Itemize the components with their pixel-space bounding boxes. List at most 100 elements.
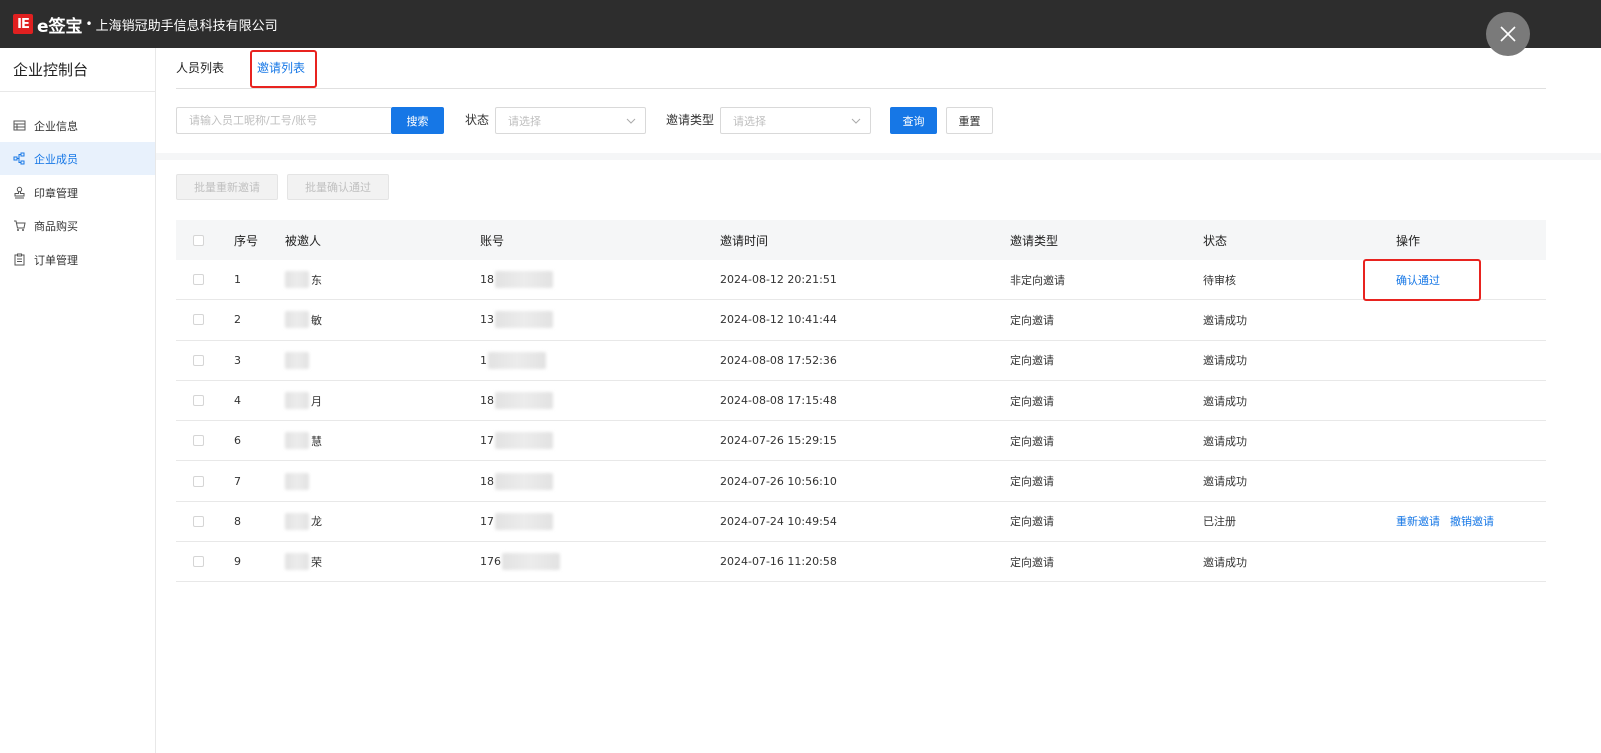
column-header-invite-time: 邀请时间 [720, 233, 769, 248]
invite-type-select[interactable]: 请选择 [720, 107, 871, 134]
row-checkbox[interactable] [193, 475, 204, 487]
redacted-mask [495, 271, 553, 289]
invitee-name: 敏 [311, 313, 322, 327]
account-prefix: 176 [480, 555, 501, 569]
invite-type: 定向邀请 [1010, 434, 1054, 448]
invite-table: 序号 被邀人 账号 邀请时间 邀请类型 状态 操作 1 东 18 2024-08-12… [176, 220, 1546, 583]
reset-button[interactable]: 重置 [946, 107, 993, 134]
sidebar-item-seals[interactable]: 印章管理 [0, 176, 155, 209]
row-no: 9 [234, 555, 241, 569]
row-no: 6 [234, 434, 241, 448]
invite-status: 邀请成功 [1203, 394, 1247, 408]
account-prefix: 17 [480, 514, 494, 528]
invite-time: 2024-08-08 17:15:48 [720, 394, 837, 408]
sidebar-item-orders[interactable]: 订单管理 [0, 243, 155, 276]
invite-time: 2024-07-26 15:29:15 [720, 434, 837, 448]
row-checkbox[interactable] [193, 354, 204, 366]
tab-invite-list[interactable]: 邀请列表 [257, 48, 305, 88]
invite-type: 定向邀请 [1010, 515, 1054, 529]
sidebar-item-purchase[interactable]: 商品购买 [0, 209, 155, 242]
sidebar-item-label: 印章管理 [34, 186, 78, 200]
search-button[interactable]: 搜索 [391, 107, 444, 134]
row-checkbox[interactable] [193, 515, 204, 527]
table-body: 1 东 18 2024-08-12 20:21:51 非定向邀请 待审核 确认通过 2 敏 13 2… [176, 260, 1546, 583]
invite-status: 邀请成功 [1203, 555, 1247, 569]
action-link[interactable]: 撤销邀请 [1450, 513, 1494, 529]
redacted-mask [495, 392, 553, 410]
row-no: 1 [234, 273, 241, 287]
table-row: 4 月 18 2024-08-08 17:15:48 定向邀请 邀请成功 [176, 381, 1546, 422]
row-checkbox[interactable] [193, 435, 204, 447]
redacted-mask [285, 351, 309, 369]
sidebar-item-members[interactable]: 企业成员 [0, 142, 155, 175]
invitee-cell: 月 [285, 381, 322, 420]
invite-status: 邀请成功 [1203, 354, 1247, 368]
invitee-name: 龙 [311, 515, 322, 529]
actions-cell: 重新邀请 撤销邀请 [1396, 502, 1504, 541]
tab-people-list[interactable]: 人员列表 [176, 48, 224, 88]
redacted-mask [285, 271, 309, 289]
redacted-mask [285, 432, 309, 450]
status-select[interactable]: 请选择 [495, 107, 646, 134]
account-cell: 18 [480, 461, 553, 500]
stamp-icon [13, 186, 26, 199]
redacted-mask [285, 553, 309, 571]
account-cell: 17 [480, 421, 553, 460]
account-cell: 1 [480, 341, 546, 380]
column-header-actions: 操作 [1396, 233, 1421, 248]
query-button[interactable]: 查询 [890, 107, 937, 134]
action-link[interactable]: 确认通过 [1396, 272, 1440, 288]
invitee-cell: 荣 [285, 542, 322, 581]
account-cell: 176 [480, 542, 560, 581]
select-all-checkbox[interactable] [193, 234, 204, 246]
esign-logo-icon: IE [13, 14, 33, 34]
account-cell: 18 [480, 260, 553, 299]
account-prefix: 18 [480, 474, 494, 488]
sidebar-title: 企业控制台 [0, 48, 155, 92]
redacted-mask [495, 311, 553, 329]
redacted-mask [285, 311, 309, 329]
invite-time: 2024-07-16 11:20:58 [720, 555, 837, 569]
search-input[interactable] [176, 107, 391, 134]
row-no: 4 [234, 394, 241, 408]
sidebar-item-company-info[interactable]: 企业信息 [0, 109, 155, 142]
invite-status: 邀请成功 [1203, 313, 1247, 327]
row-checkbox[interactable] [193, 314, 204, 326]
invitee-name: 慧 [311, 434, 322, 448]
invite-time: 2024-08-08 17:52:36 [720, 353, 837, 367]
actions-cell: 确认通过 [1396, 260, 1450, 299]
sidebar-item-label: 企业成员 [34, 152, 78, 166]
invite-time: 2024-08-12 10:41:44 [720, 313, 837, 327]
redacted-mask [495, 432, 553, 450]
batch-confirm-button[interactable]: 批量确认通过 [287, 174, 389, 200]
table-row: 9 荣 176 2024-07-16 11:20:58 定向邀请 邀请成功 [176, 542, 1546, 583]
account-prefix: 13 [480, 313, 494, 327]
invite-status: 待审核 [1203, 273, 1236, 287]
invite-type-label: 邀请类型 [666, 113, 715, 127]
row-checkbox[interactable] [193, 274, 204, 286]
invite-type: 定向邀请 [1010, 394, 1054, 408]
table-row: 8 龙 17 2024-07-24 10:49:54 定向邀请 已注册 重新邀请 撤销邀请 [176, 502, 1546, 543]
top-bar: IE e签宝 • 上海销冠助手信息科技有限公司 [0, 0, 1601, 56]
account-cell: 17 [480, 502, 553, 541]
invitee-cell [285, 341, 311, 380]
redacted-mask [488, 351, 546, 369]
invitee-cell: 慧 [285, 421, 322, 460]
action-link[interactable]: 重新邀请 [1396, 513, 1440, 529]
status-select-placeholder: 请选择 [508, 114, 541, 128]
clipboard-icon [13, 253, 26, 266]
account-prefix: 17 [480, 434, 494, 448]
close-button[interactable] [1486, 12, 1530, 56]
sidebar-item-label: 企业信息 [34, 119, 78, 133]
close-icon [1500, 26, 1516, 42]
invitee-name: 荣 [311, 555, 322, 569]
redacted-mask [285, 512, 309, 530]
column-header-no: 序号 [234, 233, 259, 248]
row-no: 3 [234, 353, 241, 367]
row-checkbox[interactable] [193, 556, 204, 568]
row-checkbox[interactable] [193, 395, 204, 407]
batch-reinvite-button[interactable]: 批量重新邀请 [176, 174, 278, 200]
row-no: 7 [234, 474, 241, 488]
invite-type: 定向邀请 [1010, 313, 1054, 327]
account-prefix: 18 [480, 273, 494, 287]
